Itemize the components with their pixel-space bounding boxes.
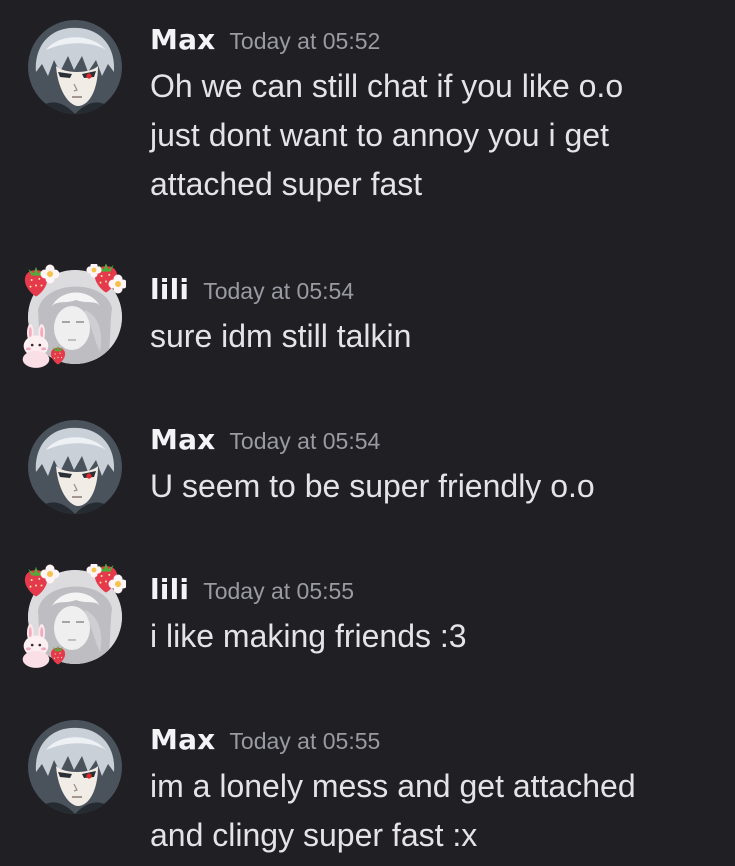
timestamp: Today at 05:52 (229, 27, 381, 54)
strawberry-frame-icon (22, 564, 126, 668)
avatar[interactable] (28, 420, 124, 516)
avatar[interactable] (28, 20, 124, 116)
timestamp: Today at 05:55 (229, 727, 381, 754)
username[interactable]: Max (150, 423, 215, 456)
username[interactable]: Max (150, 23, 215, 56)
message-text: im a lonely mess and get attached and cl… (150, 768, 636, 853)
message-text: i like making friends :3 (150, 618, 467, 654)
message-text: Oh we can still chat if you like o.o jus… (150, 68, 624, 202)
timestamp: Today at 05:54 (229, 427, 381, 454)
username[interactable]: lili (150, 573, 189, 606)
message-text: U seem to be super friendly o.o (150, 468, 595, 504)
timestamp: Today at 05:54 (203, 277, 355, 304)
avatar[interactable] (28, 720, 124, 816)
username[interactable]: lili (150, 273, 189, 306)
timestamp: Today at 05:55 (203, 577, 355, 604)
anime-avatar-max-icon (28, 720, 122, 814)
anime-avatar-max-icon (28, 20, 122, 114)
message-text: sure idm still talkin (150, 318, 412, 354)
strawberry-frame-icon (22, 264, 126, 368)
username[interactable]: Max (150, 723, 215, 756)
anime-avatar-max-icon (28, 420, 122, 514)
chat-messages: Max Today at 05:52 Oh we can still chat … (0, 0, 735, 866)
